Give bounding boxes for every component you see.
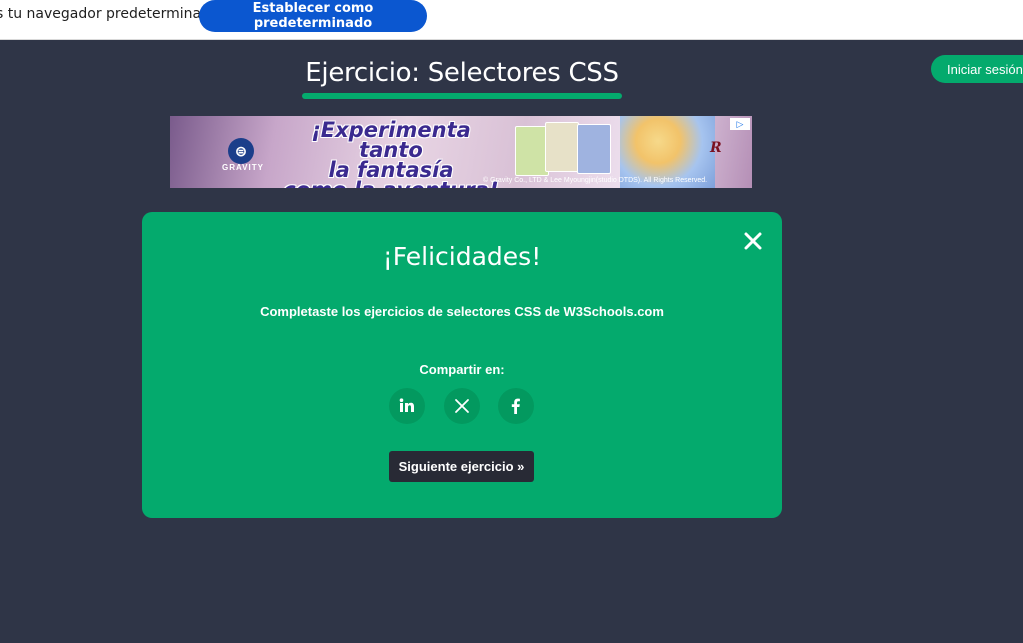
modal-message: Completaste los ejercicios de selectores… [260, 304, 664, 319]
success-modal: ¡Felicidades! Completaste los ejercicios… [142, 212, 782, 518]
share-facebook-button[interactable] [498, 388, 534, 424]
ragnarok-logo: R [710, 140, 722, 156]
modal-title: ¡Felicidades! [382, 242, 542, 271]
next-exercise-button[interactable]: Siguiente ejercicio » [389, 451, 534, 482]
page-title: Ejercicio: Selectores CSS [305, 58, 619, 88]
facebook-icon [511, 398, 520, 414]
login-button[interactable]: Iniciar sesión [931, 55, 1023, 83]
share-linkedin-button[interactable] [389, 388, 425, 424]
x-icon [455, 399, 469, 413]
linkedin-icon [399, 398, 414, 412]
infobar-message: s tu navegador predeterminado [0, 6, 219, 22]
ad-copyright: © Gravity Co., LTD & Lee Myoungjin(studi… [483, 177, 708, 184]
share-x-button[interactable] [444, 388, 480, 424]
ad-headline-line-1: ¡Experimenta tanto [311, 118, 471, 162]
set-default-browser-button[interactable]: Establecer como predeterminado [199, 0, 427, 32]
ad-brand: GRAVITY [222, 163, 264, 172]
ad-card-image [515, 126, 549, 176]
ad-headline-line-2: la fantasía [328, 158, 454, 182]
ad-card-image [545, 122, 579, 172]
share-label: Compartir en: [419, 362, 505, 377]
ad-headline-line-3: como la aventura! [276, 180, 506, 189]
ad-banner[interactable]: ⊜ GRAVITY ¡Experimenta tanto la fantasía… [170, 116, 752, 188]
ad-headline: ¡Experimenta tanto la fantasía como la a… [276, 118, 506, 189]
ad-card-image [577, 124, 611, 174]
title-underline [302, 93, 622, 99]
gravity-logo-icon: ⊜ [228, 138, 254, 164]
adchoices-icon[interactable]: ▷ [730, 118, 750, 130]
browser-infobar: s tu navegador predeterminado Establecer… [0, 0, 1023, 40]
